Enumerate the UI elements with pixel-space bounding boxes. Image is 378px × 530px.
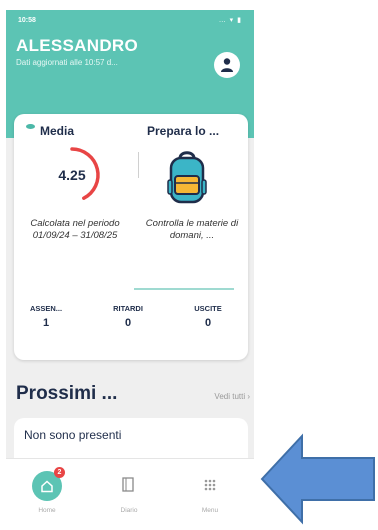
stat-value: 0 <box>204 317 212 329</box>
stat-value: 1 <box>42 317 50 329</box>
notification-badge: 2 <box>54 467 65 478</box>
stat-label: RITARDI <box>113 304 143 313</box>
prepara-description: Controlla le materie di domani, ... <box>145 218 239 241</box>
user-icon <box>221 58 233 72</box>
media-description: Calcolata nel periodo 01/09/24 – 31/08/2… <box>30 218 120 241</box>
card-divider <box>138 152 139 178</box>
see-all-link[interactable]: Vedi tutti › <box>214 392 250 401</box>
stat-label: USCITE <box>194 304 222 313</box>
average-value: 4.25 <box>58 167 86 183</box>
upcoming-title: Prossimi ... <box>16 383 118 404</box>
carousel-indicator <box>134 288 234 290</box>
updated-text: Dati aggiornati alle 10:57 d... <box>16 58 118 67</box>
nav-home-label: Home <box>38 507 56 514</box>
eye-icon[interactable] <box>26 124 35 129</box>
status-icons: … ▾ ▮ <box>218 17 242 24</box>
summary-card: Media Prepara lo ... 4.25 Calcolata nel … <box>14 114 248 360</box>
status-time: 10:58 <box>18 17 36 24</box>
pointer-arrow-icon <box>260 433 375 525</box>
media-title[interactable]: Media <box>40 124 74 138</box>
prepara-title[interactable]: Prepara lo ... <box>147 124 219 138</box>
user-name: ALESSANDRO <box>16 36 139 55</box>
stat-value: 0 <box>124 317 132 329</box>
stat-absences[interactable]: ASSEN... 1 <box>16 304 76 329</box>
book-icon[interactable] <box>119 475 139 495</box>
stat-label: ASSEN... <box>29 304 63 313</box>
phone-screen: 10:58 … ▾ ▮ ALESSANDRO Dati aggiornati a… <box>6 10 254 530</box>
nav-diario-label: Diario <box>120 507 138 514</box>
nav-menu-label: Menu <box>201 507 219 514</box>
menu-grid-icon[interactable] <box>200 475 220 495</box>
stat-late[interactable]: RITARDI 0 <box>98 304 158 329</box>
backpack-icon[interactable] <box>166 150 208 206</box>
home-icon <box>41 480 53 493</box>
stat-exits[interactable]: USCITE 0 <box>178 304 238 329</box>
empty-message: Non sono presenti <box>24 428 122 442</box>
profile-button[interactable] <box>214 52 240 78</box>
bottom-nav: 2 Home Diario Menu <box>6 458 254 530</box>
